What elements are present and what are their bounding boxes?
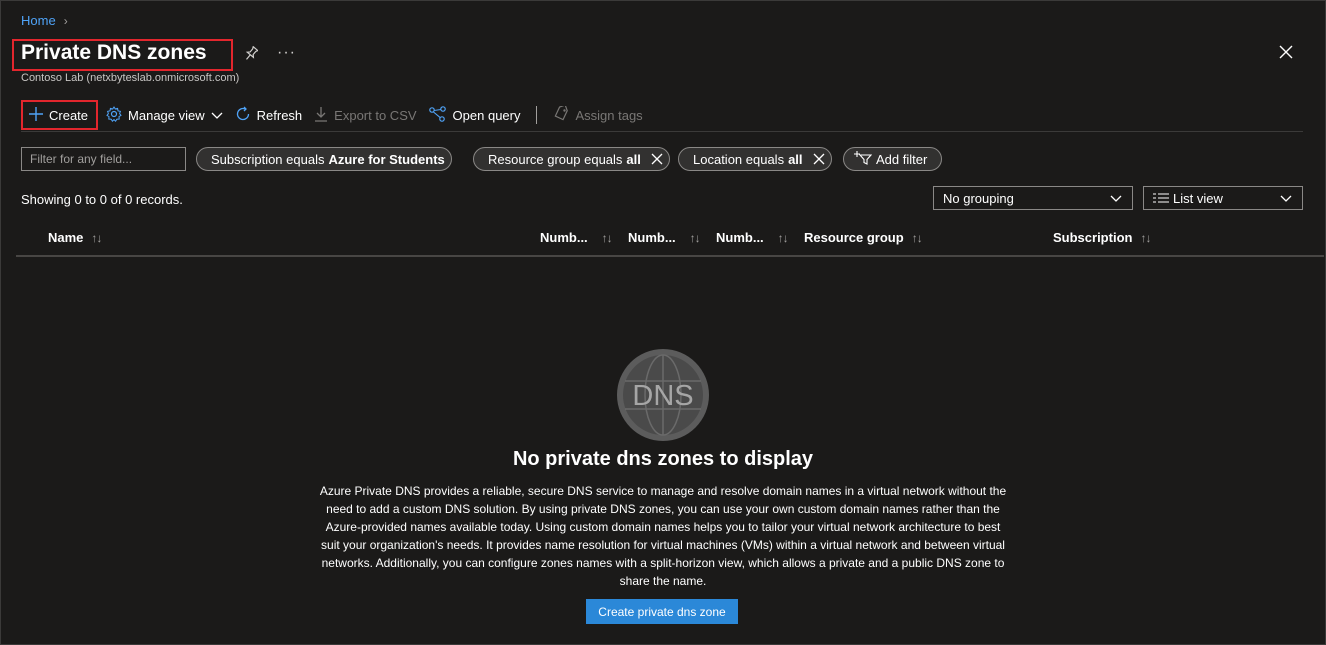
dns-icon-label: DNS (632, 380, 693, 412)
chevron-down-icon (1280, 191, 1292, 206)
breadcrumb: Home › (21, 13, 68, 28)
chevron-right-icon: › (63, 13, 68, 28)
filter-pill-subscription-prefix: Subscription equals (211, 151, 325, 167)
chevron-down-icon (1110, 191, 1122, 206)
refresh-button[interactable]: Refresh (229, 100, 309, 130)
manage-view-label: Manage view (128, 107, 205, 123)
close-icon[interactable] (1279, 45, 1293, 62)
create-private-dns-zone-button[interactable]: Create private dns zone (586, 599, 738, 624)
refresh-label: Refresh (256, 107, 303, 123)
refresh-icon (235, 106, 251, 125)
column-header-subscription[interactable]: Subscription ↑↓ (1053, 230, 1151, 245)
add-filter-label: Add filter (876, 151, 928, 167)
filter-input[interactable] (21, 147, 186, 171)
records-count: Showing 0 to 0 of 0 records. (21, 192, 183, 207)
download-icon (314, 106, 328, 125)
column-header-name[interactable]: Name ↑↓ (48, 230, 102, 245)
grouping-dropdown[interactable]: No grouping (933, 186, 1133, 210)
dns-globe-icon: DNS (615, 347, 711, 446)
column-header-label: Name (48, 230, 84, 245)
query-graph-icon (428, 105, 447, 125)
column-header-label: Numb... (540, 230, 588, 245)
view-dropdown-content: List view (1153, 191, 1223, 206)
assign-tags-label: Assign tags (575, 107, 643, 123)
list-view-icon (1153, 191, 1169, 206)
gear-icon (106, 105, 122, 125)
sort-icon: ↑↓ (911, 230, 923, 245)
add-filter-icon (854, 150, 873, 168)
column-header-number-3[interactable]: Numb... ↑↓ (716, 230, 789, 245)
column-header-number-2[interactable]: Numb... ↑↓ (628, 230, 701, 245)
filter-pill-location-prefix: Location equals (693, 151, 785, 167)
page-subtitle: Contoso Lab (netxbyteslab.onmicrosoft.co… (21, 72, 240, 84)
filter-pill-resource-group-value: all (626, 151, 641, 167)
open-query-label: Open query (452, 107, 521, 123)
empty-state-title: No private dns zones to display (512, 448, 814, 470)
view-dropdown[interactable]: List view (1143, 186, 1303, 210)
sort-icon: ↑↓ (689, 230, 701, 245)
filter-pill-location[interactable]: Location equals all (678, 147, 832, 171)
manage-view-button[interactable]: Manage view (100, 100, 229, 130)
grouping-dropdown-value: No grouping (943, 190, 1014, 206)
export-csv-label: Export to CSV (334, 107, 417, 123)
filter-pill-subscription[interactable]: Subscription equals Azure for Students (196, 147, 452, 171)
column-header-label: Subscription (1053, 230, 1133, 245)
sort-icon: ↑↓ (601, 230, 613, 245)
open-query-button[interactable]: Open query (423, 100, 527, 130)
add-filter-button[interactable]: Add filter (843, 147, 943, 171)
sort-icon: ↑↓ (1140, 230, 1151, 245)
sort-icon: ↑↓ (91, 230, 102, 245)
command-bar: Create Manage view Refresh Export to CSV… (21, 100, 649, 130)
filter-pill-resource-group-prefix: Resource group equals (488, 151, 623, 167)
column-header-label: Numb... (628, 230, 676, 245)
create-button-label: Create (49, 107, 89, 123)
column-header-label: Resource group (804, 230, 904, 245)
more-options-icon[interactable]: ··· (277, 44, 296, 62)
remove-filter-icon[interactable] (813, 153, 825, 165)
toolbar-divider-line (21, 131, 1303, 132)
empty-state-description: Azure Private DNS provides a reliable, s… (319, 484, 1007, 588)
assign-tags-button[interactable]: Assign tags (547, 100, 648, 130)
breadcrumb-home-link[interactable]: Home (21, 13, 56, 28)
column-header-resource-group[interactable]: Resource group ↑↓ (804, 230, 923, 245)
table-header-divider (16, 255, 1324, 257)
column-header-number-1[interactable]: Numb... ↑↓ (540, 230, 613, 245)
export-csv-button[interactable]: Export to CSV (308, 100, 422, 130)
page-title: Private DNS zones (21, 41, 207, 64)
plus-icon (29, 106, 43, 124)
toolbar-divider (536, 106, 538, 124)
column-header-label: Numb... (716, 230, 764, 245)
filter-pill-location-value: all (788, 151, 803, 167)
pin-icon[interactable] (244, 45, 259, 65)
tag-icon (553, 103, 569, 125)
chevron-down-icon (211, 108, 223, 123)
create-button[interactable]: Create (21, 100, 99, 130)
filter-pill-resource-group[interactable]: Resource group equals all (473, 147, 670, 171)
sort-icon: ↑↓ (777, 230, 789, 245)
remove-filter-icon[interactable] (651, 153, 663, 165)
filter-pill-subscription-value: Azure for Students (328, 151, 445, 167)
view-dropdown-value: List view (1173, 190, 1223, 206)
